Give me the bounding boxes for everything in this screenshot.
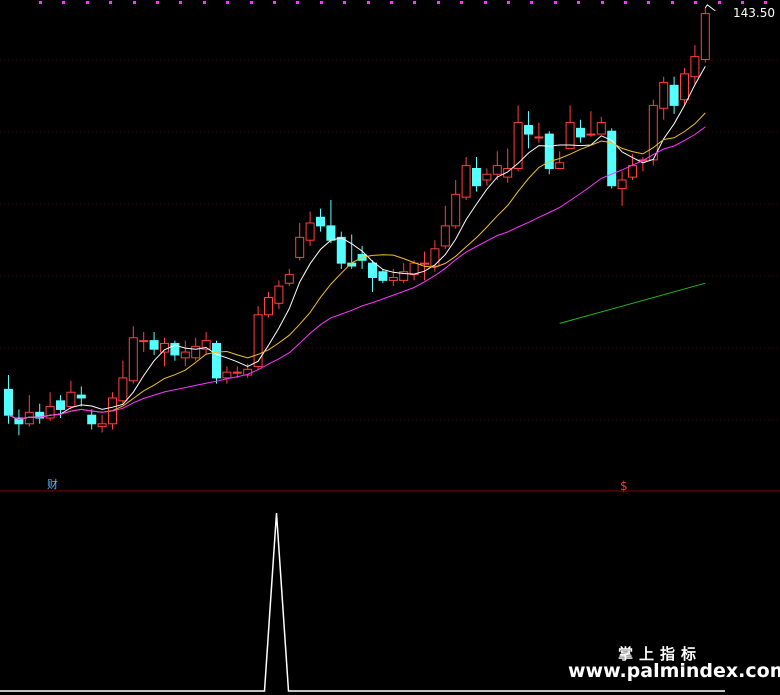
top-dot bbox=[624, 1, 627, 4]
candle-body-up bbox=[513, 122, 523, 169]
candle-body-down bbox=[4, 388, 13, 416]
candle-body-up bbox=[461, 165, 471, 198]
latest-price-label: 143.50 bbox=[733, 6, 775, 20]
candle-body-up bbox=[191, 345, 201, 359]
top-dot bbox=[671, 1, 674, 4]
top-dot bbox=[718, 1, 721, 4]
candle-body-down bbox=[336, 236, 346, 264]
candle-body-up bbox=[648, 104, 658, 161]
top-dot bbox=[179, 1, 182, 4]
top-dot bbox=[413, 1, 416, 4]
top-dot bbox=[437, 1, 440, 4]
candle-body-down bbox=[669, 84, 679, 106]
candle-body-up bbox=[45, 406, 55, 419]
candle-body-up bbox=[586, 133, 596, 136]
candle-body-up bbox=[420, 262, 429, 265]
top-dot bbox=[109, 1, 112, 4]
candle-body-down bbox=[378, 271, 388, 281]
candle-body-up bbox=[451, 193, 461, 227]
candle bbox=[336, 231, 346, 269]
candle-body-down bbox=[368, 262, 377, 279]
top-dot bbox=[484, 1, 487, 4]
candle-body-up bbox=[555, 162, 565, 169]
candle-body-down bbox=[524, 124, 533, 135]
top-dot bbox=[250, 1, 253, 4]
candle-body-up bbox=[680, 73, 689, 101]
candle-body-up bbox=[492, 165, 502, 175]
sell-signal-label: $ bbox=[620, 479, 628, 493]
top-dot bbox=[86, 1, 89, 4]
top-dot bbox=[647, 1, 650, 4]
candle-body-up bbox=[295, 236, 305, 258]
candle-body-up bbox=[430, 248, 440, 267]
candle-body-down bbox=[87, 414, 97, 425]
candle-body-down bbox=[326, 225, 336, 241]
top-dot bbox=[203, 1, 206, 4]
top-dot bbox=[226, 1, 229, 4]
candle bbox=[212, 340, 221, 384]
candle-body-up bbox=[118, 377, 128, 402]
top-dot bbox=[601, 1, 604, 4]
candle-body-up bbox=[66, 391, 76, 408]
candle-body-down bbox=[76, 394, 86, 399]
top-dot bbox=[577, 1, 580, 4]
candle-body-up bbox=[659, 81, 669, 109]
top-dot bbox=[460, 1, 463, 4]
candle-body-down bbox=[316, 216, 325, 227]
candle-body-up bbox=[440, 225, 450, 247]
candle bbox=[544, 131, 554, 175]
top-dot bbox=[764, 1, 767, 4]
top-dot bbox=[390, 1, 393, 4]
watermark-url: www.palmindex.com bbox=[568, 660, 780, 682]
candle-body-down bbox=[149, 340, 159, 350]
candle-body-up bbox=[97, 423, 107, 428]
top-dot bbox=[694, 1, 697, 4]
buy-signal-label: 财 bbox=[47, 477, 58, 491]
candle-body-down bbox=[56, 400, 65, 410]
candle-body-up bbox=[139, 340, 149, 343]
candle-body-up bbox=[222, 371, 232, 379]
candle-body-up bbox=[596, 122, 606, 135]
top-dot bbox=[273, 1, 276, 4]
candle-body-up bbox=[264, 297, 273, 316]
top-dot bbox=[39, 1, 42, 4]
candle-body-up bbox=[180, 351, 190, 359]
candle-body-up bbox=[253, 314, 263, 367]
candle-body-up bbox=[617, 179, 627, 190]
candle-body-up bbox=[482, 173, 492, 181]
top-dot bbox=[62, 1, 65, 4]
top-dot bbox=[133, 1, 136, 4]
candle-body-down bbox=[212, 342, 221, 379]
candlestick-chart: 143.50 财 $ bbox=[0, 0, 780, 695]
top-dot bbox=[507, 1, 510, 4]
candle-body-up bbox=[388, 277, 398, 281]
top-dot bbox=[320, 1, 323, 4]
candle-body-up bbox=[628, 165, 637, 178]
candle-body-up bbox=[232, 371, 242, 374]
top-dot bbox=[296, 1, 299, 4]
candle-body-up bbox=[160, 342, 169, 353]
candle-body-up bbox=[274, 285, 284, 304]
candle bbox=[253, 306, 263, 370]
candle-body-up bbox=[305, 222, 315, 241]
top-dot bbox=[530, 1, 533, 4]
candle bbox=[700, 7, 710, 63]
candle-body-up bbox=[534, 136, 544, 139]
top-dot bbox=[741, 1, 744, 4]
candle-body-up bbox=[284, 274, 294, 284]
candle-body-up bbox=[700, 13, 710, 60]
candle-body-up bbox=[690, 56, 700, 78]
top-dot bbox=[367, 1, 370, 4]
top-dot bbox=[156, 1, 159, 4]
top-dot bbox=[343, 1, 346, 4]
candle-body-down bbox=[576, 127, 585, 138]
candle-body-down bbox=[472, 168, 481, 187]
top-dot bbox=[554, 1, 557, 4]
candle-body-up bbox=[128, 337, 138, 382]
candle bbox=[607, 128, 617, 189]
